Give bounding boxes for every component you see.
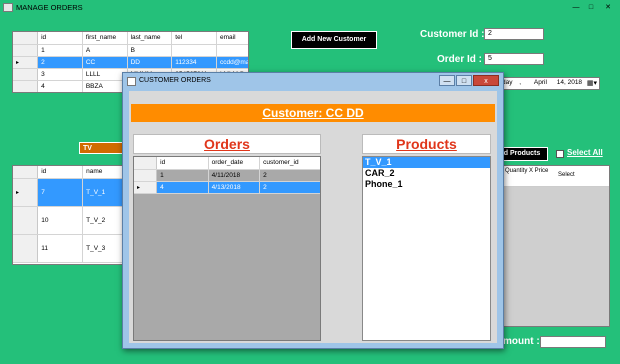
product-cell[interactable]: 10: [37, 206, 84, 235]
app-icon: [3, 3, 13, 12]
products-list[interactable]: T_V_1 CAR_2 Phone_1: [362, 156, 491, 341]
order-cell[interactable]: 2: [259, 181, 320, 194]
dialog-maximize-button[interactable]: □: [456, 75, 472, 86]
customer-header: Customer: CC DD: [131, 104, 495, 122]
minimize-button[interactable]: —: [571, 3, 581, 12]
window-title: MANAGE ORDERS: [16, 3, 83, 12]
products-grid[interactable]: id name ▸ 7 T_V_1 10 T_V_2 11 T_V_3: [12, 165, 134, 265]
customer-id-label: Customer Id :: [420, 29, 485, 40]
product-row[interactable]: ▸ 7 T_V_1: [13, 178, 133, 207]
product-cell[interactable]: 7: [37, 178, 84, 207]
order-id-label: Order Id :: [437, 54, 483, 65]
customer-row[interactable]: ▸2CCDD112334ccdd@mail...: [13, 56, 248, 69]
dialog-title: CUSTOMER ORDERS: [139, 77, 211, 84]
orders-header: Orders: [133, 134, 321, 154]
customer-col-header[interactable]: id: [37, 32, 83, 45]
customer-col-header[interactable]: email: [216, 32, 248, 45]
order-row[interactable]: ▸ 4 4/13/2018 2: [134, 181, 320, 194]
product-row[interactable]: 11 T_V_3: [13, 234, 133, 263]
customer-orders-dialog: CUSTOMER ORDERS — □ x Customer: CC DD Or…: [122, 72, 504, 349]
customer-col-header[interactable]: last_name: [127, 32, 173, 45]
customer-cell[interactable]: ccdd@mail...: [216, 56, 248, 69]
product-row[interactable]: 10 T_V_2: [13, 206, 133, 235]
customer-cell[interactable]: 3: [37, 68, 83, 81]
select-header: Select: [558, 172, 575, 178]
customer-cell[interactable]: 2: [37, 56, 83, 69]
date-month: April: [533, 79, 547, 86]
order-id-field[interactable]: 5: [484, 53, 544, 65]
products-header: Products: [362, 134, 491, 154]
order-col-header[interactable]: id: [156, 157, 209, 170]
order-cell[interactable]: 4/13/2018: [208, 181, 261, 194]
row-header[interactable]: [13, 234, 39, 263]
maximize-button[interactable]: □: [586, 3, 596, 12]
category-value: TV: [83, 145, 92, 152]
product-cell[interactable]: 11: [37, 234, 84, 263]
customer-cell[interactable]: 112334: [171, 56, 218, 69]
customer-cell[interactable]: A: [82, 44, 128, 57]
customer-cell[interactable]: BBZA: [82, 80, 128, 92]
customer-cell[interactable]: 1: [37, 44, 83, 57]
customer-cell[interactable]: B: [127, 44, 173, 57]
order-col-header[interactable]: order_date: [208, 157, 261, 170]
customer-col-header[interactable]: first_name: [82, 32, 128, 45]
row-header[interactable]: ▸: [13, 178, 39, 207]
row-header[interactable]: [13, 68, 39, 81]
customer-cell[interactable]: DD: [127, 56, 173, 69]
customer-cell[interactable]: [171, 44, 218, 57]
customer-cell[interactable]: 4: [37, 80, 83, 92]
order-col-header[interactable]: customer_id: [259, 157, 320, 170]
window-titlebar: MANAGE ORDERS — □ ✕: [0, 0, 620, 16]
dialog-minimize-button[interactable]: —: [439, 75, 455, 86]
quantity-price-header: Quantity X Price: [505, 168, 549, 174]
calendar-icon[interactable]: ▦▾: [587, 79, 597, 89]
customer-cell[interactable]: [216, 44, 248, 57]
customer-col-header[interactable]: tel: [171, 32, 218, 45]
customer-id-field[interactable]: 2: [484, 28, 544, 40]
amount-field[interactable]: [540, 336, 606, 348]
add-new-customer-button[interactable]: Add New Customer: [291, 31, 377, 49]
customer-cell[interactable]: CC: [82, 56, 128, 69]
row-header[interactable]: [13, 44, 39, 57]
order-cell[interactable]: 1: [156, 169, 209, 182]
row-header[interactable]: ▸: [134, 181, 158, 194]
row-header[interactable]: [13, 206, 39, 235]
products-list-item[interactable]: CAR_2: [363, 168, 490, 179]
dialog-app-icon: [127, 77, 136, 86]
customer-row[interactable]: 1AB: [13, 44, 248, 57]
products-list-item[interactable]: T_V_1: [363, 157, 490, 168]
select-all-label[interactable]: Select All: [567, 148, 603, 157]
order-row[interactable]: 1 4/11/2018 2: [134, 169, 320, 182]
row-header[interactable]: [134, 169, 158, 182]
order-items-grid[interactable]: Quantity X Price Select: [500, 165, 610, 327]
customer-cell[interactable]: LLLL: [82, 68, 128, 81]
orders-grid[interactable]: id order_date customer_id 1 4/11/2018 2 ▸ 4 4/1…: [133, 156, 321, 341]
row-header-corner: [13, 166, 39, 179]
order-cell[interactable]: 2: [259, 169, 320, 182]
product-col-header[interactable]: id: [37, 166, 84, 179]
order-date-picker[interactable]: day , April 14, 2018 ▦▾: [498, 77, 600, 90]
row-header[interactable]: [13, 80, 39, 92]
products-list-item[interactable]: Phone_1: [363, 179, 490, 190]
select-all-checkbox[interactable]: [556, 150, 564, 158]
date-value: 14, 2018: [556, 79, 583, 86]
close-button[interactable]: ✕: [603, 3, 613, 12]
dialog-close-button[interactable]: x: [473, 75, 499, 86]
row-header[interactable]: ▸: [13, 56, 39, 69]
row-header-corner: [134, 157, 158, 170]
order-cell[interactable]: 4/11/2018: [208, 169, 261, 182]
row-header-corner: [13, 32, 39, 45]
order-items-header: Quantity X Price Select: [501, 166, 609, 187]
amount-label: mount :: [503, 336, 540, 347]
dialog-content: Customer: CC DD Orders Products id order_…: [129, 91, 497, 343]
order-cell[interactable]: 4: [156, 181, 209, 194]
category-combobox[interactable]: TV: [79, 142, 124, 154]
date-sep: ,: [519, 79, 522, 86]
